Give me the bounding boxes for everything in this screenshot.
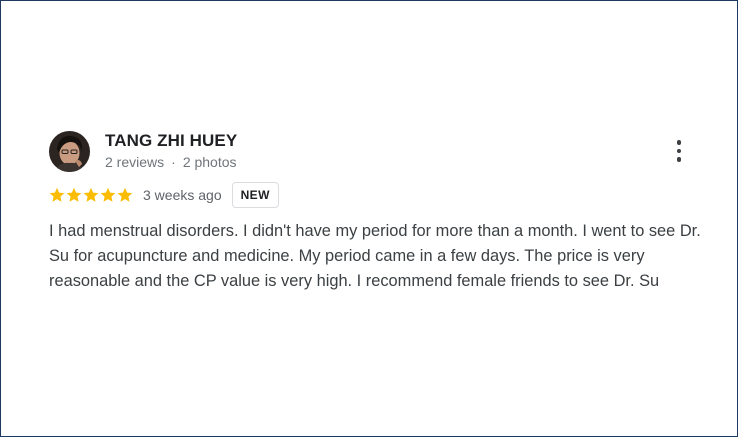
star-icon xyxy=(100,187,116,202)
author-meta: 2 reviews · 2 photos xyxy=(105,152,237,172)
photos-count: 2 photos xyxy=(182,153,237,170)
review-card: TANG ZHI HUEY 2 reviews · 2 photos 3 weeks… xyxy=(0,0,738,437)
review: TANG ZHI HUEY 2 reviews · 2 photos 3 weeks… xyxy=(49,129,701,294)
meta-separator: · xyxy=(171,153,176,170)
star-icon xyxy=(83,187,99,202)
review-time: 3 weeks ago xyxy=(143,187,222,203)
author-info: TANG ZHI HUEY 2 reviews · 2 photos xyxy=(105,131,237,172)
avatar[interactable] xyxy=(49,130,90,172)
more-vert-icon-dot xyxy=(676,157,682,162)
author-name[interactable]: TANG ZHI HUEY xyxy=(105,131,237,151)
new-badge: NEW xyxy=(231,182,279,208)
more-vert-icon xyxy=(676,140,682,145)
more-options-button[interactable] xyxy=(667,137,691,165)
star-rating xyxy=(49,187,133,203)
reviews-count: 2 reviews xyxy=(105,153,165,170)
more-vert-icon-dot xyxy=(676,148,682,154)
star-icon xyxy=(49,187,65,202)
review-header: TANG ZHI HUEY 2 reviews · 2 photos xyxy=(49,129,699,173)
star-icon xyxy=(66,187,82,202)
review-text: I had menstrual disorders. I didn't have… xyxy=(49,222,701,290)
avatar-image xyxy=(49,130,90,172)
rating-row: 3 weeks ago NEW xyxy=(49,181,699,209)
star-icon xyxy=(117,187,133,202)
